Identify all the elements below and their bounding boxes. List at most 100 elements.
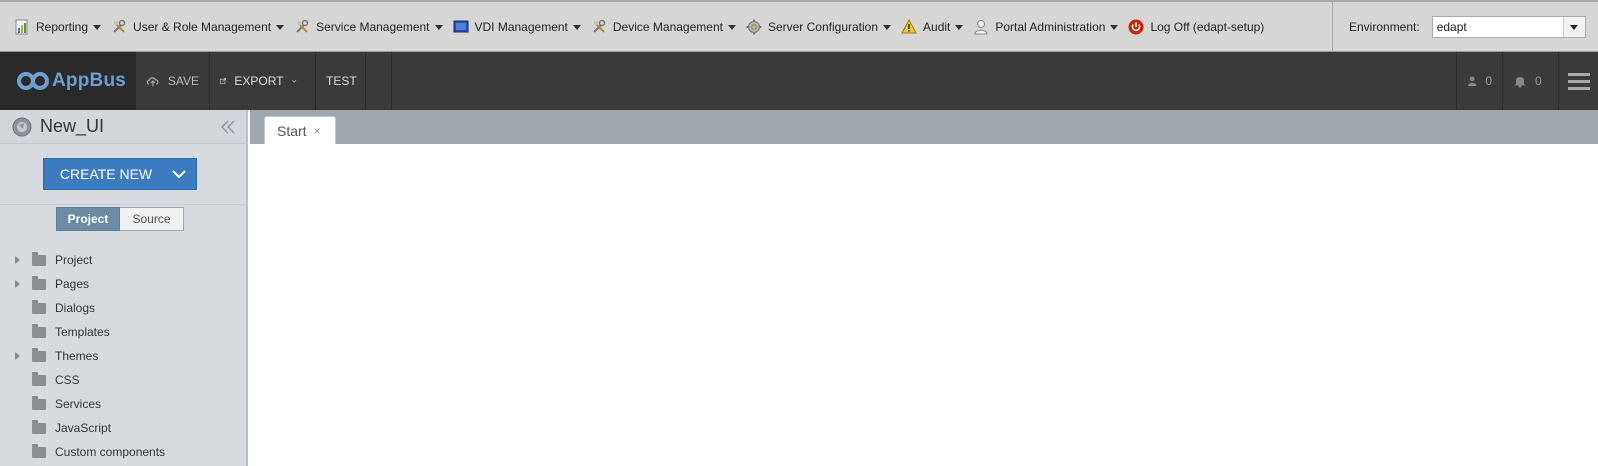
create-new-area: CREATE NEW — [0, 144, 246, 204]
test-button[interactable]: TEST — [316, 52, 366, 110]
menu-icon — [1567, 73, 1590, 90]
create-new-label: CREATE NEW — [59, 166, 153, 182]
appbus-logo[interactable]: AppBus — [0, 52, 136, 110]
tree-item-templates[interactable]: Templates — [0, 320, 246, 344]
environment-dropdown-button[interactable] — [1562, 17, 1585, 37]
tree-item-label: Custom components — [55, 445, 166, 459]
tree-item-javascript[interactable]: JavaScript — [0, 416, 246, 440]
create-new-button[interactable]: CREATE NEW — [43, 158, 197, 190]
menu-device-management-label: Device Management — [612, 20, 723, 34]
tree-item-pages[interactable]: Pages — [0, 272, 246, 296]
project-globe-icon — [12, 117, 32, 136]
portal-menu-bar: Reporting User & Role Management Service… — [0, 0, 1598, 52]
tab-label: Start — [277, 123, 307, 139]
chevron-down-icon — [727, 24, 736, 30]
tree-item-label: Project — [55, 253, 93, 267]
tree-item-css[interactable]: CSS — [0, 368, 246, 392]
chevron-down-icon — [374, 80, 375, 82]
report-chart-icon — [14, 19, 30, 35]
menu-device-management[interactable]: Device Management — [591, 19, 736, 35]
logoff-label: Log Off (edapt-setup) — [1150, 20, 1265, 34]
environment-select[interactable]: edapt — [1431, 16, 1586, 38]
tree-item-label: Dialogs — [55, 301, 96, 315]
folder-icon — [32, 347, 46, 362]
notifications-count: 0 — [1535, 74, 1542, 88]
tools-icon — [111, 19, 127, 35]
tree-item-label: Templates — [55, 325, 110, 339]
expand-arrow-icon[interactable] — [0, 352, 26, 360]
users-count: 0 — [1485, 74, 1492, 88]
menu-user-role-management-label: User & Role Management — [133, 20, 272, 34]
folder-icon — [32, 323, 46, 338]
user-icon — [1467, 76, 1477, 87]
environment-label: Environment: — [1349, 20, 1420, 34]
chevron-down-icon — [955, 24, 964, 30]
chevron-down-icon — [434, 24, 443, 30]
environment-selector: Environment: edapt — [1332, 2, 1586, 52]
menu-portal-administration-label: Portal Administration — [995, 20, 1106, 34]
tab-project[interactable]: Project — [56, 207, 120, 231]
test-dropdown-button[interactable] — [366, 52, 392, 110]
folder-icon — [32, 371, 46, 386]
expand-arrow-icon[interactable] — [0, 280, 26, 288]
monitor-icon — [453, 19, 469, 35]
hamburger-menu-button[interactable] — [1558, 52, 1598, 110]
menu-reporting-label: Reporting — [36, 20, 89, 34]
tree-item-themes[interactable]: Themes — [0, 344, 246, 368]
export-button[interactable]: EXPORT — [210, 52, 316, 110]
tree-item-label: CSS — [55, 373, 80, 387]
environment-value: edapt — [1436, 20, 1467, 34]
power-icon — [1128, 19, 1144, 35]
tree-item-project[interactable]: Project — [0, 248, 246, 272]
save-button[interactable]: SAVE — [136, 52, 210, 110]
folder-icon — [32, 395, 46, 410]
bell-icon — [1514, 77, 1526, 88]
tools-icon — [591, 19, 607, 35]
menu-audit-label: Audit — [923, 20, 951, 34]
chevron-down-icon — [292, 79, 297, 83]
tree-item-label: Themes — [55, 349, 99, 363]
portal-menu: Reporting User & Role Management Service… — [14, 2, 1274, 52]
collapse-sidebar-icon[interactable] — [220, 119, 236, 135]
tab-source[interactable]: Source — [120, 207, 184, 231]
folder-icon — [32, 419, 46, 434]
tree-item-dialogs[interactable]: Dialogs — [0, 296, 246, 320]
menu-reporting[interactable]: Reporting — [14, 19, 102, 35]
notifications-indicator[interactable]: 0 — [1502, 52, 1558, 110]
folder-icon — [32, 275, 46, 290]
chevron-down-icon — [883, 24, 892, 30]
menu-server-configuration-label: Server Configuration — [767, 20, 879, 34]
editor-content — [250, 144, 1598, 466]
folder-icon — [32, 443, 46, 458]
save-label: SAVE — [167, 74, 199, 88]
chevron-down-icon — [93, 24, 102, 30]
tab-start[interactable]: Start × — [264, 116, 336, 145]
expand-arrow-icon[interactable] — [0, 256, 26, 264]
chevron-down-icon — [276, 24, 285, 30]
logoff-link[interactable]: Log Off (edapt-setup) — [1128, 19, 1264, 35]
users-indicator[interactable]: 0 — [1456, 52, 1502, 110]
project-sidebar: New_UI CREATE NEW Project Source Project… — [0, 110, 248, 466]
menu-vdi-management[interactable]: VDI Management — [453, 19, 581, 35]
warning-icon — [901, 19, 917, 35]
tree-item-label: Pages — [55, 277, 90, 291]
chevron-down-icon — [572, 24, 581, 30]
tree-item-services[interactable]: Services — [0, 392, 246, 416]
folder-icon — [32, 251, 46, 266]
test-label: TEST — [326, 74, 357, 88]
tools-icon — [294, 19, 310, 35]
menu-service-management[interactable]: Service Management — [294, 19, 443, 35]
menu-user-role-management[interactable]: User & Role Management — [111, 19, 285, 35]
project-tree: Project Pages Dialogs Templates Themes C… — [0, 240, 246, 464]
tree-item-label: JavaScript — [55, 421, 112, 435]
menu-audit[interactable]: Audit — [901, 19, 964, 35]
chevron-down-icon[interactable] — [162, 159, 196, 189]
project-name: New_UI — [40, 116, 105, 136]
infinity-logo-icon — [17, 72, 49, 90]
logo-text: AppBus — [52, 70, 127, 91]
menu-portal-administration[interactable]: Portal Administration — [973, 19, 1119, 35]
view-switch: Project Source — [0, 204, 246, 240]
tree-item-custom-components[interactable]: Custom components — [0, 440, 246, 464]
menu-server-configuration[interactable]: Server Configuration — [746, 19, 892, 35]
close-icon[interactable]: × — [314, 124, 321, 138]
